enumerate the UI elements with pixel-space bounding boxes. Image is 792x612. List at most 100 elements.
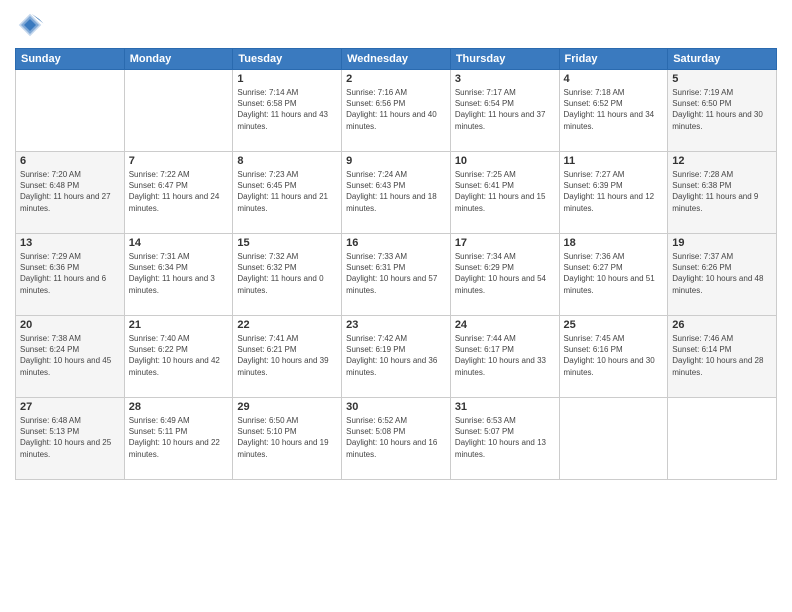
calendar-cell: 6Sunrise: 7:20 AM Sunset: 6:48 PM Daylig… (16, 152, 125, 234)
calendar-table: SundayMondayTuesdayWednesdayThursdayFrid… (15, 48, 777, 480)
day-info: Sunrise: 7:27 AM Sunset: 6:39 PM Dayligh… (564, 169, 664, 214)
day-number: 20 (20, 319, 120, 331)
day-info: Sunrise: 7:41 AM Sunset: 6:21 PM Dayligh… (237, 333, 337, 378)
calendar-cell: 14 Sunrise: 7:31 AM Sunset: 6:34 PM Dayli… (124, 234, 233, 316)
day-info: Sunrise: 7:22 AM Sunset: 6:47 PM Dayligh… (129, 169, 229, 214)
calendar-cell: 27 Sunrise: 6:48 AM Sunset: 5:13 PM Dayli… (16, 398, 125, 480)
calendar-cell (559, 398, 668, 480)
calendar-cell: 15 Sunrise: 7:32 AM Sunset: 6:32 PM Dayli… (233, 234, 342, 316)
day-number: 26 (672, 319, 772, 331)
day-info: Sunrise: 7:45 AM Sunset: 6:16 PM Dayligh… (564, 333, 664, 378)
calendar-cell: 22 Sunrise: 7:41 AM Sunset: 6:21 PM Dayli… (233, 316, 342, 398)
calendar-cell: 1 Sunrise: 7:14 AM Sunset: 6:58 PM Daylig… (233, 70, 342, 152)
calendar-cell: 21Sunrise: 7:40 AM Sunset: 6:22 PM Dayli… (124, 316, 233, 398)
day-info: Sunrise: 7:28 AM Sunset: 6:38 PM Dayligh… (672, 169, 772, 214)
day-number: 24 (455, 319, 555, 331)
day-info: Sunrise: 6:53 AM Sunset: 5:07 PM Dayligh… (455, 415, 555, 460)
day-header-tuesday: Tuesday (233, 49, 342, 70)
day-info: Sunrise: 6:50 AM Sunset: 5:10 PM Dayligh… (237, 415, 337, 460)
day-header-monday: Monday (124, 49, 233, 70)
day-info: Sunrise: 7:34 AM Sunset: 6:29 PM Dayligh… (455, 251, 555, 296)
day-number: 4 (564, 73, 664, 85)
day-header-thursday: Thursday (450, 49, 559, 70)
week-row-5: 27 Sunrise: 6:48 AM Sunset: 5:13 PM Dayli… (16, 398, 777, 480)
day-number: 19 (672, 237, 772, 249)
calendar-cell (668, 398, 777, 480)
day-number: 28 (129, 401, 229, 413)
day-number: 30 (346, 401, 446, 413)
day-info: Sunrise: 7:18 AM Sunset: 6:52 PM Dayligh… (564, 87, 664, 132)
day-number: 23 (346, 319, 446, 331)
calendar-cell: 17 Sunrise: 7:34 AM Sunset: 6:29 PM Dayli… (450, 234, 559, 316)
day-header-friday: Friday (559, 49, 668, 70)
calendar-cell: 28Sunrise: 6:49 AM Sunset: 5:11 PM Dayli… (124, 398, 233, 480)
header (15, 10, 777, 40)
day-number: 2 (346, 73, 446, 85)
calendar-cell: 23Sunrise: 7:42 AM Sunset: 6:19 PM Dayli… (342, 316, 451, 398)
day-number: 14 (129, 237, 229, 249)
calendar-cell: 9 Sunrise: 7:24 AM Sunset: 6:43 PM Daylig… (342, 152, 451, 234)
calendar-cell: 3 Sunrise: 7:17 AM Sunset: 6:54 PM Daylig… (450, 70, 559, 152)
calendar-cell: 8Sunrise: 7:23 AM Sunset: 6:45 PM Daylig… (233, 152, 342, 234)
day-info: Sunrise: 7:32 AM Sunset: 6:32 PM Dayligh… (237, 251, 337, 296)
calendar-cell: 26 Sunrise: 7:46 AM Sunset: 6:14 PM Dayli… (668, 316, 777, 398)
calendar-cell: 31 Sunrise: 6:53 AM Sunset: 5:07 PM Dayli… (450, 398, 559, 480)
day-info: Sunrise: 7:24 AM Sunset: 6:43 PM Dayligh… (346, 169, 446, 214)
day-info: Sunrise: 7:17 AM Sunset: 6:54 PM Dayligh… (455, 87, 555, 132)
week-row-1: 1 Sunrise: 7:14 AM Sunset: 6:58 PM Daylig… (16, 70, 777, 152)
calendar-cell: 10Sunrise: 7:25 AM Sunset: 6:41 PM Dayli… (450, 152, 559, 234)
day-number: 11 (564, 155, 664, 167)
day-number: 17 (455, 237, 555, 249)
day-number: 5 (672, 73, 772, 85)
day-number: 6 (20, 155, 120, 167)
day-info: Sunrise: 7:29 AM Sunset: 6:36 PM Dayligh… (20, 251, 120, 296)
day-info: Sunrise: 7:16 AM Sunset: 6:56 PM Dayligh… (346, 87, 446, 132)
day-info: Sunrise: 7:31 AM Sunset: 6:34 PM Dayligh… (129, 251, 229, 296)
day-number: 13 (20, 237, 120, 249)
calendar-cell: 7 Sunrise: 7:22 AM Sunset: 6:47 PM Daylig… (124, 152, 233, 234)
week-row-3: 13 Sunrise: 7:29 AM Sunset: 6:36 PM Dayli… (16, 234, 777, 316)
calendar-cell: 25 Sunrise: 7:45 AM Sunset: 6:16 PM Dayli… (559, 316, 668, 398)
day-header-wednesday: Wednesday (342, 49, 451, 70)
day-header-saturday: Saturday (668, 49, 777, 70)
day-number: 16 (346, 237, 446, 249)
day-number: 7 (129, 155, 229, 167)
calendar-cell: 18Sunrise: 7:36 AM Sunset: 6:27 PM Dayli… (559, 234, 668, 316)
calendar-cell: 20 Sunrise: 7:38 AM Sunset: 6:24 PM Dayli… (16, 316, 125, 398)
calendar-cell: 2 Sunrise: 7:16 AM Sunset: 6:56 PM Daylig… (342, 70, 451, 152)
calendar-cell: 12 Sunrise: 7:28 AM Sunset: 6:38 PM Dayli… (668, 152, 777, 234)
day-number: 25 (564, 319, 664, 331)
day-info: Sunrise: 7:19 AM Sunset: 6:50 PM Dayligh… (672, 87, 772, 132)
day-info: Sunrise: 6:48 AM Sunset: 5:13 PM Dayligh… (20, 415, 120, 460)
day-number: 22 (237, 319, 337, 331)
calendar-cell: 30 Sunrise: 6:52 AM Sunset: 5:08 PM Dayli… (342, 398, 451, 480)
page: SundayMondayTuesdayWednesdayThursdayFrid… (0, 0, 792, 612)
calendar-cell: 4 Sunrise: 7:18 AM Sunset: 6:52 PM Daylig… (559, 70, 668, 152)
day-number: 15 (237, 237, 337, 249)
calendar-cell: 16 Sunrise: 7:33 AM Sunset: 6:31 PM Dayli… (342, 234, 451, 316)
day-info: Sunrise: 7:38 AM Sunset: 6:24 PM Dayligh… (20, 333, 120, 378)
day-header-sunday: Sunday (16, 49, 125, 70)
calendar-cell: 5 Sunrise: 7:19 AM Sunset: 6:50 PM Daylig… (668, 70, 777, 152)
day-number: 31 (455, 401, 555, 413)
calendar-cell: 11 Sunrise: 7:27 AM Sunset: 6:39 PM Dayli… (559, 152, 668, 234)
day-info: Sunrise: 7:46 AM Sunset: 6:14 PM Dayligh… (672, 333, 772, 378)
day-number: 27 (20, 401, 120, 413)
day-number: 8 (237, 155, 337, 167)
calendar-cell (16, 70, 125, 152)
day-number: 12 (672, 155, 772, 167)
day-number: 29 (237, 401, 337, 413)
day-number: 3 (455, 73, 555, 85)
calendar-header-row: SundayMondayTuesdayWednesdayThursdayFrid… (16, 49, 777, 70)
day-info: Sunrise: 7:33 AM Sunset: 6:31 PM Dayligh… (346, 251, 446, 296)
day-info: Sunrise: 7:25 AM Sunset: 6:41 PM Dayligh… (455, 169, 555, 214)
day-info: Sunrise: 7:14 AM Sunset: 6:58 PM Dayligh… (237, 87, 337, 132)
calendar-cell: 19Sunrise: 7:37 AM Sunset: 6:26 PM Dayli… (668, 234, 777, 316)
week-row-2: 6Sunrise: 7:20 AM Sunset: 6:48 PM Daylig… (16, 152, 777, 234)
day-number: 9 (346, 155, 446, 167)
day-info: Sunrise: 6:52 AM Sunset: 5:08 PM Dayligh… (346, 415, 446, 460)
logo (15, 10, 49, 40)
calendar-cell: 24Sunrise: 7:44 AM Sunset: 6:17 PM Dayli… (450, 316, 559, 398)
calendar-cell: 29 Sunrise: 6:50 AM Sunset: 5:10 PM Dayli… (233, 398, 342, 480)
day-number: 1 (237, 73, 337, 85)
